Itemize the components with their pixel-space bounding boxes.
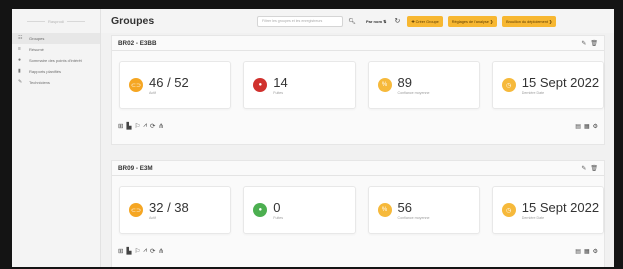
group-panel: BR09 - E3M ✎ 🗑︎ ⊂⊃ 32 / 38 Actif ● 0 Fuite…	[111, 160, 605, 267]
group-header: BR09 - E3M ✎ 🗑︎	[112, 161, 604, 176]
group-header: BR02 - E3BB ✎ 🗑︎	[112, 36, 604, 51]
sync-icon[interactable]: ⟳	[150, 247, 155, 255]
drop-icon: ●	[253, 78, 268, 92]
gear-icon[interactable]: ⚙	[593, 123, 598, 130]
drop-icon: ●	[253, 203, 268, 217]
stat-value: 14	[273, 74, 288, 90]
edit-icon[interactable]: ✎	[581, 165, 586, 172]
group-name: BR02 - E3BB	[118, 39, 157, 47]
stat-label: Actif	[149, 215, 156, 220]
wrench-icon: ✎	[18, 79, 23, 85]
network-icon[interactable]: ⋔	[158, 122, 163, 130]
stat-label: Fuites	[273, 215, 284, 220]
file-icon[interactable]: ▤	[575, 248, 581, 255]
document-icon: ▮	[18, 68, 21, 74]
trash-icon[interactable]: 🗑︎	[590, 165, 598, 172]
percent-icon: %	[377, 203, 392, 217]
sidebar-item-label: Groupes	[29, 36, 45, 41]
table-icon[interactable]: ⊞	[118, 247, 123, 255]
refresh-icon[interactable]: ↻	[394, 17, 400, 25]
stat-card-leaks: ● 14 Fuites	[243, 61, 356, 109]
stat-value: 89	[397, 74, 412, 90]
toggle-icon: ⊂⊃	[129, 78, 143, 92]
group-footer: ⊞ ▙ ⚐ ⩘ ⟳ ⋔ ▤ ▦ ⚙	[112, 243, 604, 259]
clock-icon: ◷	[501, 78, 516, 92]
menu-icon: ≡	[18, 46, 21, 52]
search-icon[interactable]: 🔍︎	[346, 16, 358, 27]
gear-icon[interactable]: ⚙	[593, 248, 598, 255]
sidebar-item-techniciens[interactable]: ✎ Techniciens	[12, 77, 100, 88]
analysis-settings-button[interactable]: Réglages de l'analyse ❯	[447, 15, 498, 27]
bar-chart-icon[interactable]: ▙	[126, 247, 131, 255]
create-group-button[interactable]: ✚ Créer Groupe	[407, 15, 443, 27]
stat-value: 15 Sept 2022	[521, 74, 600, 90]
stat-value: 32 / 38	[149, 199, 189, 215]
stat-card-last-date: ◷ 15 Sept 2022 Dernière Date	[491, 61, 604, 109]
sidebar-item-label: Sommaire des points d'intérêt	[29, 58, 82, 63]
stat-label: Confiance moyenne	[397, 90, 430, 95]
project-label: Rasprodi	[12, 9, 100, 33]
stat-card-confidence: % 56 Confiance moyenne	[367, 186, 480, 234]
bar-chart-icon[interactable]: ▙	[126, 122, 131, 130]
sidebar-item-label: Rapports planifiés	[29, 69, 62, 74]
network-icon[interactable]: ⋔	[158, 247, 163, 255]
stat-card-active: ⊂⊃ 46 / 52 Actif	[119, 61, 232, 109]
file-icon[interactable]: ▤	[575, 123, 581, 130]
stat-label: Confiance moyenne	[397, 215, 430, 220]
toggle-icon: ⊂⊃	[129, 203, 143, 217]
stat-value: 15 Sept 2022	[521, 199, 600, 215]
line-chart-icon[interactable]: ⩘	[143, 122, 147, 130]
sidebar: Rasprodi ☷ Groupes ≡ Résumé ● Sommaire d…	[12, 9, 101, 267]
sidebar-item-label: Techniciens	[29, 80, 50, 85]
flag-icon[interactable]: ⚐	[134, 247, 140, 255]
location-icon: ●	[18, 57, 22, 63]
sort-dropdown[interactable]: Par nom ⇅	[366, 19, 386, 24]
stat-cards: ⊂⊃ 46 / 52 Actif ● 14 Fuites % 89 Confiance…	[112, 51, 604, 109]
stat-cards: ⊂⊃ 32 / 38 Actif ● 0 Fuites % 56 Confiance …	[112, 176, 604, 234]
stat-label: Dernière Date	[521, 90, 545, 95]
deployment-draft-button[interactable]: Brouillon du déploiement ❯	[502, 15, 557, 27]
clock-icon: ◷	[501, 203, 516, 217]
edit-icon[interactable]: ✎	[581, 40, 586, 47]
search-input[interactable]: Filtrer les groupes et les enregistreurs	[257, 15, 343, 27]
sidebar-item-label: Résumé	[29, 47, 44, 52]
notes-icon[interactable]: ▦	[584, 248, 590, 255]
app-window: Rasprodi ☷ Groupes ≡ Résumé ● Sommaire d…	[12, 9, 614, 267]
stat-label: Actif	[149, 90, 156, 95]
list-icon: ☷	[18, 35, 23, 41]
sidebar-item-groupes[interactable]: ☷ Groupes	[12, 33, 100, 44]
stat-value: 56	[397, 199, 412, 215]
stat-label: Dernière Date	[521, 215, 545, 220]
group-name: BR09 - E3M	[118, 164, 153, 172]
table-icon[interactable]: ⊞	[118, 122, 123, 130]
sidebar-item-rapports[interactable]: ▮ Rapports planifiés	[12, 66, 100, 77]
toolbar: Groupes Filtrer les groupes et les enreg…	[101, 9, 614, 33]
page-title: Groupes	[111, 15, 155, 27]
percent-icon: %	[377, 78, 392, 92]
stat-card-confidence: % 89 Confiance moyenne	[367, 61, 480, 109]
flag-icon[interactable]: ⚐	[134, 122, 140, 130]
stat-label: Fuites	[273, 90, 284, 95]
notes-icon[interactable]: ▦	[584, 123, 590, 130]
sync-icon[interactable]: ⟳	[150, 122, 155, 130]
group-panel: BR02 - E3BB ✎ 🗑︎ ⊂⊃ 46 / 52 Actif ● 14 Fui…	[111, 35, 605, 145]
stat-card-active: ⊂⊃ 32 / 38 Actif	[119, 186, 232, 234]
group-footer: ⊞ ▙ ⚐ ⩘ ⟳ ⋔ ▤ ▦ ⚙	[112, 118, 604, 134]
sidebar-item-resume[interactable]: ≡ Résumé	[12, 44, 100, 55]
stat-value: 46 / 52	[149, 74, 189, 90]
sidebar-item-points[interactable]: ● Sommaire des points d'intérêt	[12, 55, 100, 66]
main-content: Groupes Filtrer les groupes et les enreg…	[101, 9, 614, 267]
stat-card-leaks: ● 0 Fuites	[243, 186, 356, 234]
trash-icon[interactable]: 🗑︎	[590, 40, 598, 47]
stat-value: 0	[273, 199, 281, 215]
line-chart-icon[interactable]: ⩘	[143, 247, 147, 255]
stat-card-last-date: ◷ 15 Sept 2022 Dernière Date	[491, 186, 604, 234]
